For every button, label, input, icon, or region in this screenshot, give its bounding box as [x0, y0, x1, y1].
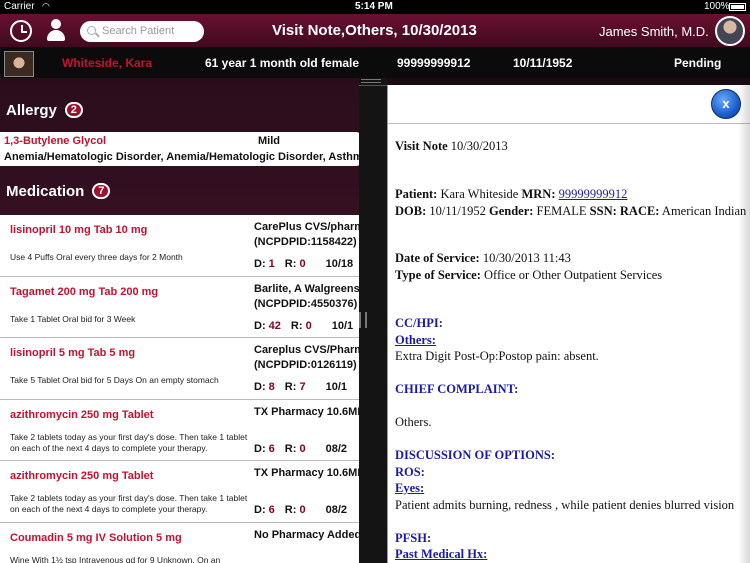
- medication-item[interactable]: azithromycin 250 mg Tablet Take 2 tablet…: [0, 399, 362, 461]
- medication-count-badge: 7: [92, 183, 111, 199]
- medication-pharmacy: No Pharmacy Added: [254, 528, 362, 541]
- status-bar: Carrier ◠ 5:14 PM 100%: [0, 0, 750, 14]
- patient-summary-panel[interactable]: Allergy 2 1,3-Butylene Glycol Mild Anemi…: [0, 78, 362, 563]
- medication-name: Tagamet 200 mg Tab 200 mg: [10, 285, 159, 298]
- medication-sig: Take 2 tablets today as your first day's…: [10, 431, 248, 453]
- medication-pharmacy: Barlite, A Walgreens (NCPDPID:4550376): [254, 282, 360, 310]
- medication-name: azithromycin 250 mg Tablet: [10, 470, 154, 482]
- divider-grip-icon[interactable]: [359, 78, 387, 86]
- discussion-heading: DISCUSSION OF OPTIONS:: [395, 448, 555, 462]
- past-medical-hx-link[interactable]: Past Medical Hx:: [395, 547, 487, 562]
- medication-dispense: D: 8 R: 7 10/1: [254, 381, 348, 393]
- carrier-label: Carrier: [4, 1, 35, 12]
- medication-dispense: D: 42 R: 0 10/1: [254, 319, 354, 332]
- medication-name: azithromycin 250 mg Tablet: [10, 408, 154, 421]
- medication-dispense: D: 1 R: 0 10/18: [254, 258, 354, 270]
- battery-percent: 100%: [704, 1, 730, 12]
- medication-name: lisinopril 10 mg Tab 10 mg: [10, 224, 148, 236]
- others-link[interactable]: Others:: [395, 333, 436, 348]
- patient-dob: 10/11/1952: [513, 56, 573, 70]
- chief-complaint-heading: CHIEF COMPLAINT:: [395, 382, 519, 396]
- divider: [388, 123, 750, 124]
- medication-item[interactable]: lisinopril 10 mg Tab 10 mg Use 4 Puffs O…: [0, 215, 362, 277]
- type-of-service: Type of Service: Office or Other Outpati…: [395, 268, 663, 282]
- pfsh-heading: PFSH:: [395, 531, 432, 545]
- mrn-link[interactable]: 99999999912: [559, 187, 628, 201]
- page-title: Visit Note,Others, 10/30/2013: [272, 22, 477, 39]
- medication-item[interactable]: lisinopril 5 mg Tab 5 mg Take 5 Tablet O…: [0, 338, 362, 400]
- medication-pharmacy: TX Pharmacy 10.6MI: [254, 467, 361, 479]
- patient-line: Patient: Kara Whiteside MRN: 99999999912: [395, 187, 628, 201]
- patient-avatar: [4, 51, 34, 77]
- drag-handle-icon[interactable]: [359, 312, 367, 328]
- allergy-severity: Mild: [258, 135, 280, 147]
- eyes-link[interactable]: Eyes:: [395, 481, 424, 496]
- patient-name[interactable]: Whiteside, Kara: [62, 56, 152, 70]
- medication-pharmacy: TX Pharmacy 10.6MI: [254, 405, 361, 418]
- allergy-item[interactable]: 1,3-Butylene Glycol Mild Anemia/Hematolo…: [0, 132, 362, 166]
- allergy-name: 1,3-Butylene Glycol: [4, 135, 107, 147]
- medication-pharmacy: CarePlus CVS/pharmacy(NCPDPID:1158422): [254, 221, 362, 248]
- allergy-title: Allergy: [6, 101, 57, 119]
- demographics-line: DOB: 10/11/1952 Gender: FEMALE SSN: RACE…: [395, 204, 747, 218]
- medication-sig: Take 1 Tablet Oral bid for 3 Week: [10, 313, 136, 324]
- medication-list[interactable]: lisinopril 10 mg Tab 10 mg Use 4 Puffs O…: [0, 215, 362, 563]
- medication-dispense: D: 6 R: 0 08/2: [254, 442, 348, 455]
- patient-status: Pending: [674, 56, 722, 70]
- medication-name: lisinopril 5 mg Tab 5 mg: [10, 347, 136, 359]
- cc-hpi-heading: CC/HPI:: [395, 316, 443, 330]
- medication-item[interactable]: Tagamet 200 mg Tab 200 mg Take 1 Tablet …: [0, 276, 362, 338]
- medication-name: Coumadin 5 mg IV Solution 5 mg: [10, 531, 182, 544]
- note-heading: Visit Note 10/30/2013: [395, 139, 508, 153]
- search-placeholder: Search Patient: [102, 25, 175, 37]
- status-time: 5:14 PM: [355, 1, 393, 12]
- search-icon: [87, 26, 96, 35]
- patient-mrn: 99999999912: [397, 56, 471, 70]
- ros-heading: ROS:: [395, 465, 425, 479]
- allergy-reaction: Anemia/Hematologic Disorder, Anemia/Hema…: [4, 151, 362, 163]
- medication-sig: Take 5 Tablet Oral bid for 5 Days On an …: [10, 375, 219, 385]
- medication-sig: Take 2 tablets today as your first day's…: [10, 493, 248, 514]
- patient-icon[interactable]: [45, 19, 67, 43]
- medication-item[interactable]: azithromycin 250 mg Tablet Take 2 tablet…: [0, 461, 362, 523]
- medication-sig: Use 4 Puffs Oral every three days for 2 …: [10, 252, 183, 262]
- wifi-icon: ◠: [42, 1, 50, 11]
- patient-age: 61 year 1 month old female: [205, 56, 360, 70]
- date-of-service: Date of Service: 10/30/2013 11:43: [395, 251, 571, 265]
- doctor-name: James Smith, M.D.: [599, 24, 709, 39]
- medication-pharmacy: Careplus CVS/Pharm (NCPDPID:0126119): [254, 344, 362, 371]
- split-divider[interactable]: [359, 78, 387, 563]
- chief-complaint-text: Others.: [395, 415, 432, 429]
- medication-item[interactable]: Coumadin 5 mg IV Solution 5 mg Wine With…: [0, 522, 362, 563]
- medication-dispense: D: 6 R: 0 08/2: [254, 504, 348, 516]
- search-input[interactable]: Search Patient: [80, 21, 204, 42]
- battery-icon: [729, 3, 746, 11]
- patient-bar: Whiteside, Kara 61 year 1 month old fema…: [0, 48, 750, 78]
- medication-header[interactable]: Medication 7: [0, 169, 362, 213]
- others-text: Extra Digit Post-Op:Postop pain: absent.: [395, 349, 599, 363]
- visit-note-panel[interactable]: x Visit Note 10/30/2013 Patient: Kara Wh…: [387, 85, 750, 563]
- close-button[interactable]: x: [711, 89, 741, 119]
- clock-icon[interactable]: [10, 20, 32, 42]
- medication-title: Medication: [6, 182, 85, 200]
- allergy-header[interactable]: Allergy 2: [0, 88, 362, 132]
- medication-sig: Wine With 1½ tsp Intravenous qd for 9 Un…: [10, 554, 221, 563]
- allergy-count-badge: 2: [64, 102, 83, 118]
- doctor-avatar[interactable]: [715, 16, 745, 46]
- panel-edge: [738, 85, 750, 563]
- app-header: Search Patient Visit Note,Others, 10/30/…: [0, 14, 750, 48]
- eyes-text: Patient admits burning, redness , while …: [395, 498, 735, 512]
